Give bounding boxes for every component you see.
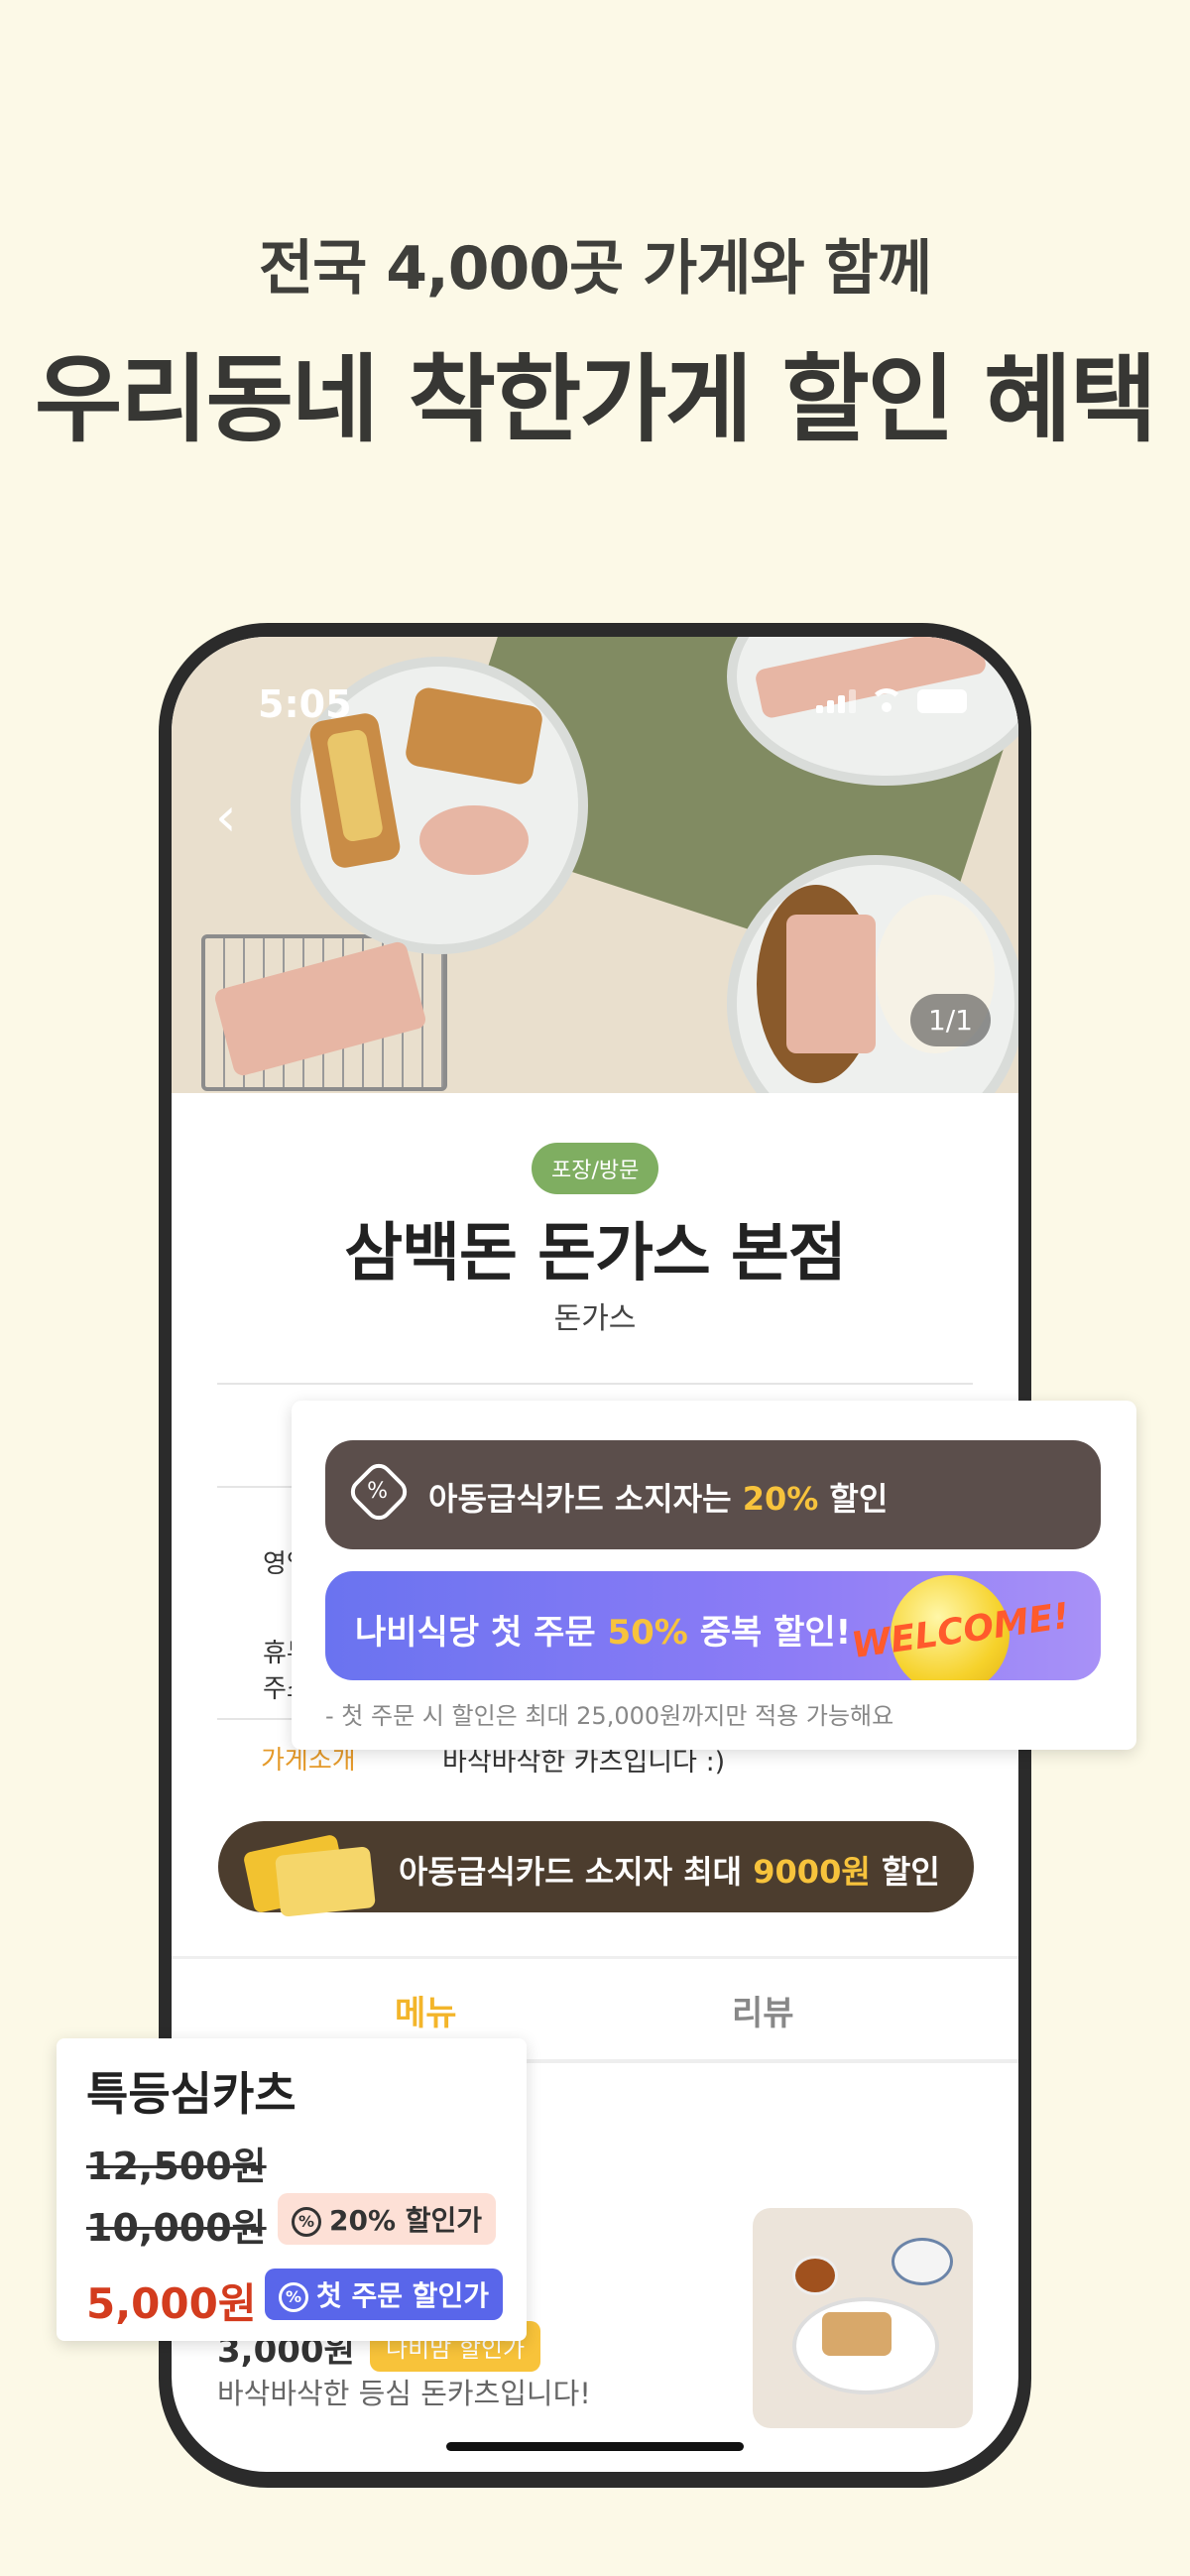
divider <box>217 1383 973 1385</box>
price-card: 특등심카츠 12,500원 10,000원 % 20% 할인가 5,000원 % 첫… <box>57 2038 527 2341</box>
card-discount-text: 아동급식카드 소지자 최대 9000원 할인 <box>399 1847 940 1893</box>
store-name: 삼백돈 돈가스 본점 <box>344 1217 847 1290</box>
store-category: 돈가스 <box>553 1301 637 1336</box>
card-icon <box>275 1846 376 1917</box>
coupon-card: % 아동급식카드 소지자는 20% 할인 나비식당 첫 주문 50% 중복 할인… <box>292 1401 1136 1750</box>
bowl-graphic <box>892 2238 953 2285</box>
coupon-text-before: 나비식당 첫 주문 <box>355 1613 608 1653</box>
final-price: 5,000원 <box>86 2279 257 2328</box>
first-order-coupon[interactable]: 나비식당 첫 주문 50% 중복 할인! WELCOME! <box>325 1571 1101 1680</box>
signal-icon <box>816 689 856 713</box>
coupon-highlight: 50% <box>607 1613 688 1653</box>
percent-icon: % <box>292 2207 321 2237</box>
home-indicator[interactable] <box>446 2442 744 2451</box>
menu-name: 특등심카츠 <box>86 2067 297 2121</box>
menu-item-image[interactable] <box>753 2208 973 2428</box>
battery-icon <box>917 689 967 713</box>
banner-highlight: 9000원 <box>753 1853 871 1891</box>
menu-item-description: 바삭바삭한 등심 돈카츠입니다! <box>217 2377 591 2410</box>
promo-headline-line1: 전국 4,000곳 가게와 함께 <box>258 234 932 304</box>
back-arrow-icon[interactable]: ‹ <box>215 786 237 848</box>
katsu-graphic <box>822 2312 892 2356</box>
pork-graphic <box>786 915 876 1053</box>
order-type-tag: 포장/방문 <box>532 1143 659 1194</box>
discount-price: 10,000원 <box>86 2206 267 2250</box>
child-card-coupon[interactable]: % 아동급식카드 소지자는 20% 할인 <box>325 1440 1101 1549</box>
tab-review[interactable]: 리뷰 <box>732 1986 794 2034</box>
wifi-icon <box>870 688 903 714</box>
discount-badge-icon: % <box>345 1458 413 1526</box>
coupon-highlight: 20% <box>742 1480 819 1518</box>
banner-text-after: 할인 <box>870 1853 940 1891</box>
discount-badge: % 20% 할인가 <box>278 2193 497 2245</box>
percent-icon: % <box>279 2282 308 2312</box>
coupon-note: - 첫 주문 시 할인은 최대 25,000원까지만 적용 가능해요 <box>325 1702 894 1730</box>
status-icons <box>816 688 967 714</box>
first-order-badge: % 첫 주문 할인가 <box>265 2269 504 2320</box>
divider <box>172 1956 1018 1959</box>
first-order-badge-label: 첫 주문 할인가 <box>316 2279 490 2312</box>
sauce-cup-graphic <box>792 2256 838 2295</box>
promo-headline-line2: 우리동네 착한가게 할인 혜택 <box>34 344 1157 455</box>
coupon-text-after: 할인 <box>818 1480 889 1518</box>
original-price: 12,500원 <box>86 2145 267 2188</box>
coupon-text-before: 아동급식카드 소지자는 <box>428 1480 743 1518</box>
store-hero-image[interactable]: 5:05 ‹ 1/1 <box>172 637 1018 1093</box>
card-discount-banner[interactable]: 아동급식카드 소지자 최대 9000원 할인 <box>218 1821 974 1917</box>
child-card-coupon-text: 아동급식카드 소지자는 20% 할인 <box>428 1474 888 1520</box>
tab-menu[interactable]: 메뉴 <box>395 1986 457 2034</box>
pork-graphic <box>419 805 529 875</box>
first-order-coupon-text: 나비식당 첫 주문 50% 중복 할인! <box>355 1605 851 1654</box>
image-counter: 1/1 <box>909 994 991 1046</box>
discount-badge-label: 20% 할인가 <box>329 2204 483 2237</box>
banner-text-before: 아동급식카드 소지자 최대 <box>399 1853 754 1891</box>
status-time: 5:05 <box>258 682 352 726</box>
coupon-text-after: 중복 할인! <box>687 1613 852 1653</box>
